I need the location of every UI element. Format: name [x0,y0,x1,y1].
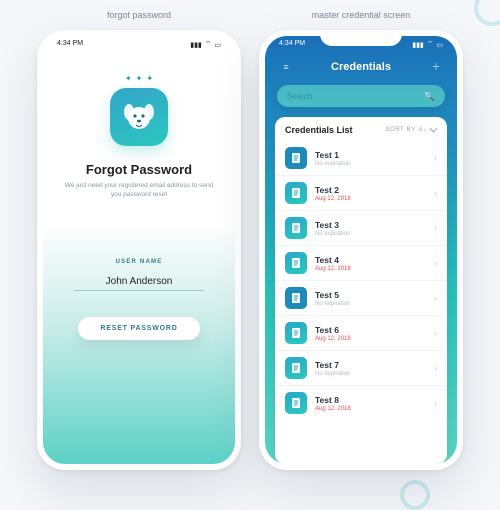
status-icons: ▮▮▮ ⌔ ▭ [190,40,221,49]
phone-frame-forgot: 4:34 PM ▮▮▮ ⌔ ▭ ✦✦✦ [37,30,241,470]
phone-notch [98,30,180,46]
status-time: 4:34 PM [279,40,305,49]
document-icon [285,147,307,169]
signal-icon: ▮▮▮ [412,41,424,49]
wifi-icon: ⌔ [427,40,434,49]
document-icon [285,182,307,204]
battery-icon: ▭ [436,41,443,49]
chevron-right-icon: › [434,188,437,198]
document-icon [285,392,307,414]
credential-row[interactable]: Test 1No expiration› [275,141,447,175]
username-input[interactable] [74,273,204,291]
credential-title: Test 8 [315,395,434,405]
search-input[interactable] [287,92,418,101]
chevron-right-icon: › [434,153,437,163]
credential-row[interactable]: Test 7No expiration› [275,350,447,385]
credential-title: Test 1 [315,150,434,160]
credential-title: Test 7 [315,360,434,370]
signal-icon: ▮▮▮ [190,41,202,49]
screen-label-master: master credential screen [312,10,411,20]
battery-icon: ▭ [214,41,221,49]
credential-row[interactable]: Test 5No expiration› [275,280,447,315]
phone-frame-credentials: 4:34 PM ▮▮▮ ⌔ ▭ ≡ Credentials ＋ [259,30,463,470]
search-bar[interactable]: 🔍 [277,85,445,107]
credentials-card: Credentials List SORT BY A↓ Test 1No exp… [275,117,447,464]
search-icon[interactable]: 🔍 [424,91,435,102]
credential-subtitle: Aug 12, 2018 [315,196,434,202]
credential-title: Test 3 [315,220,434,230]
document-icon [285,322,307,344]
status-icons: ▮▮▮ ⌔ ▭ [412,40,443,49]
credentials-list: Test 1No expiration›Test 2Aug 12, 2018›T… [275,141,447,464]
document-icon [285,217,307,239]
chevron-right-icon: › [434,293,437,303]
sort-az-icon: A↓ [419,127,427,133]
chevron-right-icon: › [434,328,437,338]
credential-row[interactable]: Test 3No expiration› [275,210,447,245]
document-icon [285,357,307,379]
credential-row[interactable]: Test 2Aug 12, 2018› [275,175,447,210]
credential-title: Test 2 [315,185,434,195]
status-time: 4:34 PM [57,40,83,49]
credential-row[interactable]: Test 8Aug 12, 2018› [275,385,447,420]
sort-label: SORT BY [385,127,415,133]
credential-title: Test 4 [315,255,434,265]
credential-subtitle: No expiration [315,161,434,167]
dog-icon [119,97,159,137]
menu-icon[interactable]: ≡ [279,62,293,72]
credential-subtitle: Aug 12, 2018 [315,266,434,272]
app-logo: ✦✦✦ [110,88,168,146]
chevron-down-icon [430,128,437,133]
reset-password-button[interactable]: RESET PASSWORD [78,317,199,340]
chevron-right-icon: › [434,258,437,268]
credentials-title: Credentials [293,61,429,73]
credential-subtitle: No expiration [315,371,434,377]
wifi-icon: ⌔ [205,40,212,49]
credential-title: Test 6 [315,325,434,335]
document-icon [285,287,307,309]
add-icon[interactable]: ＋ [429,60,443,73]
logo-stars: ✦✦✦ [125,74,153,83]
username-label: USER NAME [116,259,163,265]
credential-row[interactable]: Test 4Aug 12, 2018› [275,245,447,280]
forgot-title: Forgot Password [86,162,192,177]
credential-subtitle: Aug 12, 2018 [315,336,434,342]
forgot-subtitle: We just need your registered email addre… [64,181,214,199]
credential-subtitle: Aug 12, 2018 [315,406,434,412]
credential-subtitle: No expiration [315,301,434,307]
screen-label-forgot: forgot password [107,10,171,20]
credential-title: Test 5 [315,290,434,300]
chevron-right-icon: › [434,223,437,233]
chevron-right-icon: › [434,398,437,408]
sort-by-button[interactable]: SORT BY A↓ [385,127,437,133]
chevron-right-icon: › [434,363,437,373]
decor-ring [400,480,430,510]
card-title: Credentials List [285,125,353,135]
phone-notch [320,30,402,46]
credential-row[interactable]: Test 6Aug 12, 2018› [275,315,447,350]
document-icon [285,252,307,274]
credential-subtitle: No expiration [315,231,434,237]
